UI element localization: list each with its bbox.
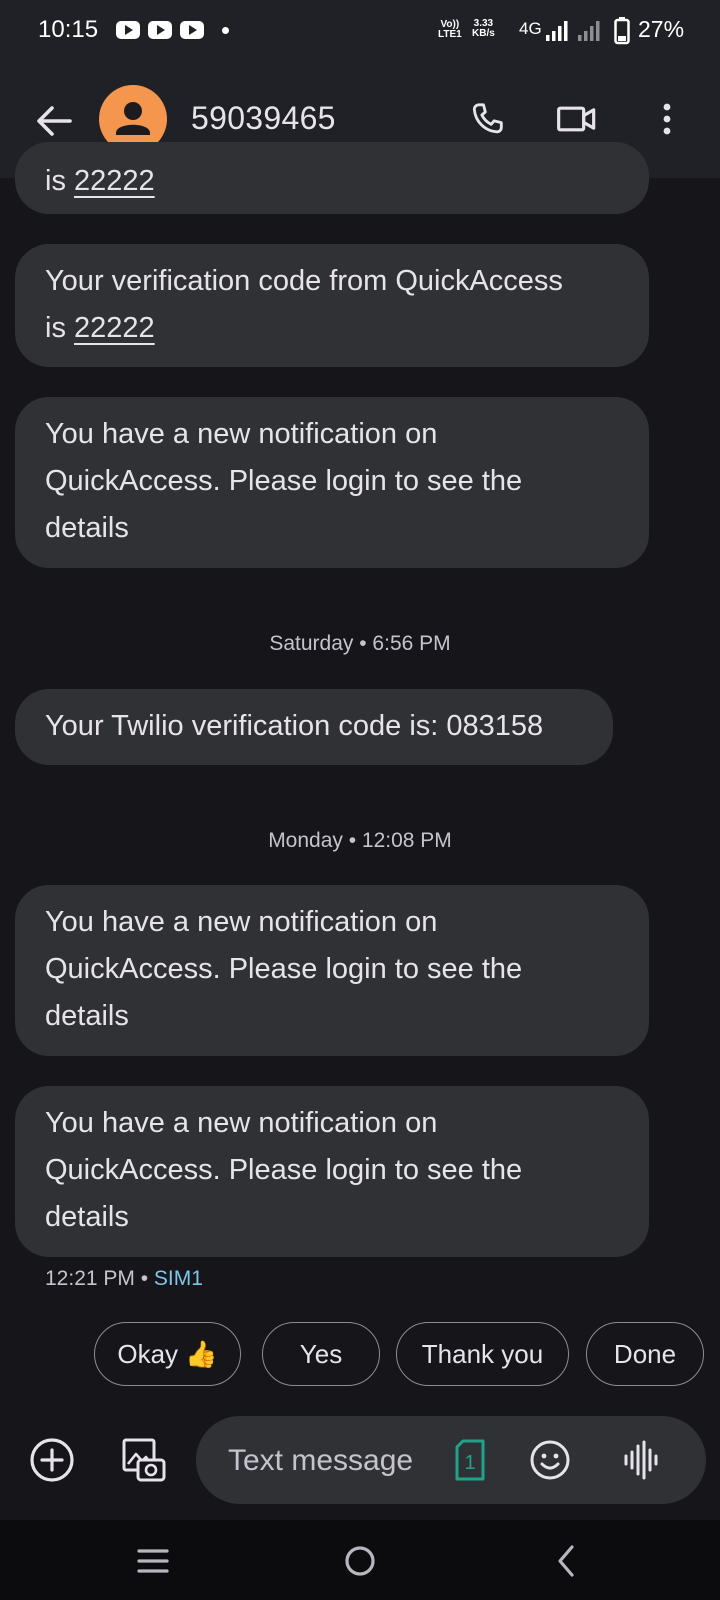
message-bubble[interactable]: Your Twilio verification code is: 083158 (15, 689, 613, 765)
suggestion-chip-done[interactable]: Done (586, 1322, 704, 1386)
status-bar: 10:15 Vo)) LTE1 3.33 KB/s 4G 27% (0, 0, 720, 62)
message-bubble[interactable]: You have a new notification on QuickAcce… (15, 1086, 649, 1257)
more-vert-icon (663, 103, 671, 135)
add-attachment-button[interactable] (24, 1432, 80, 1488)
message-text: Your Twilio verification code is: 083158 (45, 710, 544, 742)
message-timestamp: 12:21 PM • SIM1 (45, 1267, 203, 1290)
videocam-icon (557, 106, 596, 132)
message-text: Your verification code from QuickAccess (45, 265, 563, 297)
message-text: details (45, 512, 129, 544)
message-text: You have a new notification on (45, 906, 438, 938)
message-text: QuickAccess. Please login to see the (45, 1154, 523, 1186)
voice-message-button[interactable] (618, 1436, 666, 1484)
youtube-notification-icon (180, 21, 204, 39)
message-text: QuickAccess. Please login to see the (45, 465, 523, 497)
system-navigation-bar (0, 1520, 720, 1600)
compose-field[interactable]: 1 (196, 1416, 706, 1504)
text-message-input[interactable] (226, 1438, 440, 1484)
video-call-button[interactable] (550, 92, 604, 146)
gallery-camera-icon (122, 1438, 166, 1482)
youtube-notification-icon (148, 21, 172, 39)
signal-sim2-icon (578, 21, 600, 41)
sim-card-icon: 1 (455, 1439, 485, 1481)
arrow-back-icon (37, 106, 72, 136)
message-text: details (45, 1000, 129, 1032)
battery-icon (614, 17, 630, 45)
message-text: You have a new notification on (45, 418, 438, 450)
verification-code-link[interactable]: 22222 (74, 312, 155, 344)
network-speed: 3.33 KB/s (472, 18, 495, 39)
more-options-button[interactable] (640, 92, 694, 146)
message-bubble[interactable]: Your verification code from QuickAccess … (15, 244, 649, 367)
audio-waveform-icon (624, 1440, 658, 1480)
menu-icon (137, 1549, 169, 1573)
message-bubble[interactable]: is 22222 (15, 142, 649, 214)
more-notifications-dot-icon (222, 27, 229, 34)
add-circle-icon (30, 1438, 74, 1482)
sim-number: 1 (464, 1452, 475, 1474)
phone-icon (472, 103, 503, 134)
messages-screen: 10:15 Vo)) LTE1 3.33 KB/s 4G 27% 5903946… (0, 0, 720, 1600)
back-button[interactable] (30, 97, 78, 145)
suggestion-chip-yes[interactable]: Yes (262, 1322, 380, 1386)
message-bubble[interactable]: You have a new notification on QuickAcce… (15, 397, 649, 568)
sim-label: SIM1 (153, 1267, 203, 1290)
message-text: You have a new notification on (45, 1107, 438, 1139)
volte-indicator: Vo)) LTE1 (438, 19, 462, 40)
date-separator: Saturday • 6:56 PM (269, 632, 451, 655)
emoji-icon (530, 1440, 570, 1480)
status-time: 10:15 (38, 16, 99, 43)
message-text: details (45, 1201, 129, 1233)
signal-strength-icon (546, 21, 568, 41)
sim-selector-button[interactable]: 1 (446, 1436, 494, 1484)
suggestion-chip-okay[interactable]: Okay 👍 (94, 1322, 241, 1386)
emoji-button[interactable] (526, 1436, 574, 1484)
youtube-notification-icon (116, 21, 140, 39)
verification-code-link[interactable]: 22222 (74, 165, 155, 197)
message-bubble[interactable]: You have a new notification on QuickAcce… (15, 885, 649, 1056)
network-type: 4G (519, 19, 542, 38)
system-back-button[interactable] (541, 1536, 591, 1586)
recent-apps-button[interactable] (128, 1536, 178, 1586)
home-circle-icon (345, 1546, 375, 1576)
chevron-left-icon (558, 1545, 574, 1577)
message-text: QuickAccess. Please login to see the (45, 953, 523, 985)
battery-percent: 27% (638, 16, 685, 42)
contact-name[interactable]: 59039465 (191, 100, 336, 137)
voice-call-button[interactable] (461, 92, 515, 146)
date-separator: Monday • 12:08 PM (268, 829, 452, 852)
home-button[interactable] (335, 1536, 385, 1586)
gallery-button[interactable] (115, 1432, 171, 1488)
suggestion-chip-thank-you[interactable]: Thank you (396, 1322, 569, 1386)
